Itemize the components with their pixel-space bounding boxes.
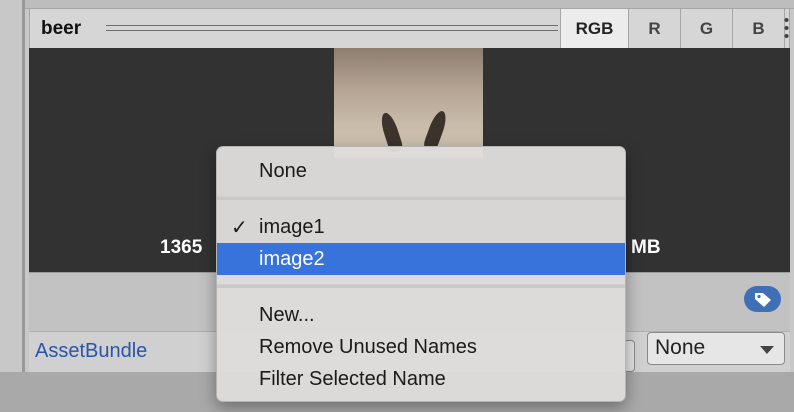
drag-handle[interactable] xyxy=(106,25,558,31)
checkmark-icon: ✓ xyxy=(231,217,248,239)
tag-icon xyxy=(755,293,771,307)
channel-rgb-button[interactable]: RGB xyxy=(560,9,628,48)
channel-r-button[interactable]: R xyxy=(628,9,680,48)
assetbundle-name-menu: None ✓ image1 image2 New... Remove Unuse… xyxy=(216,146,626,402)
channel-g-button[interactable]: G xyxy=(680,9,732,48)
menu-separator xyxy=(217,284,625,288)
variant-value: None xyxy=(655,336,706,359)
menu-item-label: Remove Unused Names xyxy=(259,336,477,358)
menu-item-label: image2 xyxy=(259,248,325,270)
preview-header: beer RGB R G B xyxy=(29,8,790,48)
assetbundle-label: AssetBundle xyxy=(35,340,148,362)
assetbundle-variant-dropdown[interactable]: None xyxy=(647,332,785,365)
menu-item-remove-unused-names[interactable]: Remove Unused Names xyxy=(217,331,625,363)
preview-title: beer xyxy=(41,18,82,39)
menu-item-label: None xyxy=(259,160,307,182)
thumbnail-detail-right xyxy=(422,108,450,152)
menu-item-image1[interactable]: ✓ image1 xyxy=(217,211,625,243)
texture-info-left: 1365 xyxy=(160,237,203,258)
texture-info-right: MB xyxy=(631,237,661,258)
asset-labels-button[interactable] xyxy=(744,286,781,312)
menu-separator xyxy=(217,196,625,200)
menu-item-label: Filter Selected Name xyxy=(259,368,446,390)
menu-item-filter-selected-name[interactable]: Filter Selected Name xyxy=(217,363,625,395)
vertical-ellipsis-icon[interactable] xyxy=(783,8,790,48)
menu-item-label: New... xyxy=(259,304,315,326)
texture-thumbnail xyxy=(334,48,483,158)
channel-b-button[interactable]: B xyxy=(732,9,784,48)
menu-item-none[interactable]: None xyxy=(217,155,625,187)
menu-item-new[interactable]: New... xyxy=(217,299,625,331)
menu-item-image2[interactable]: image2 xyxy=(217,243,625,275)
left-gutter xyxy=(0,0,22,372)
menu-item-label: image1 xyxy=(259,216,325,238)
chevron-down-icon xyxy=(760,346,774,354)
